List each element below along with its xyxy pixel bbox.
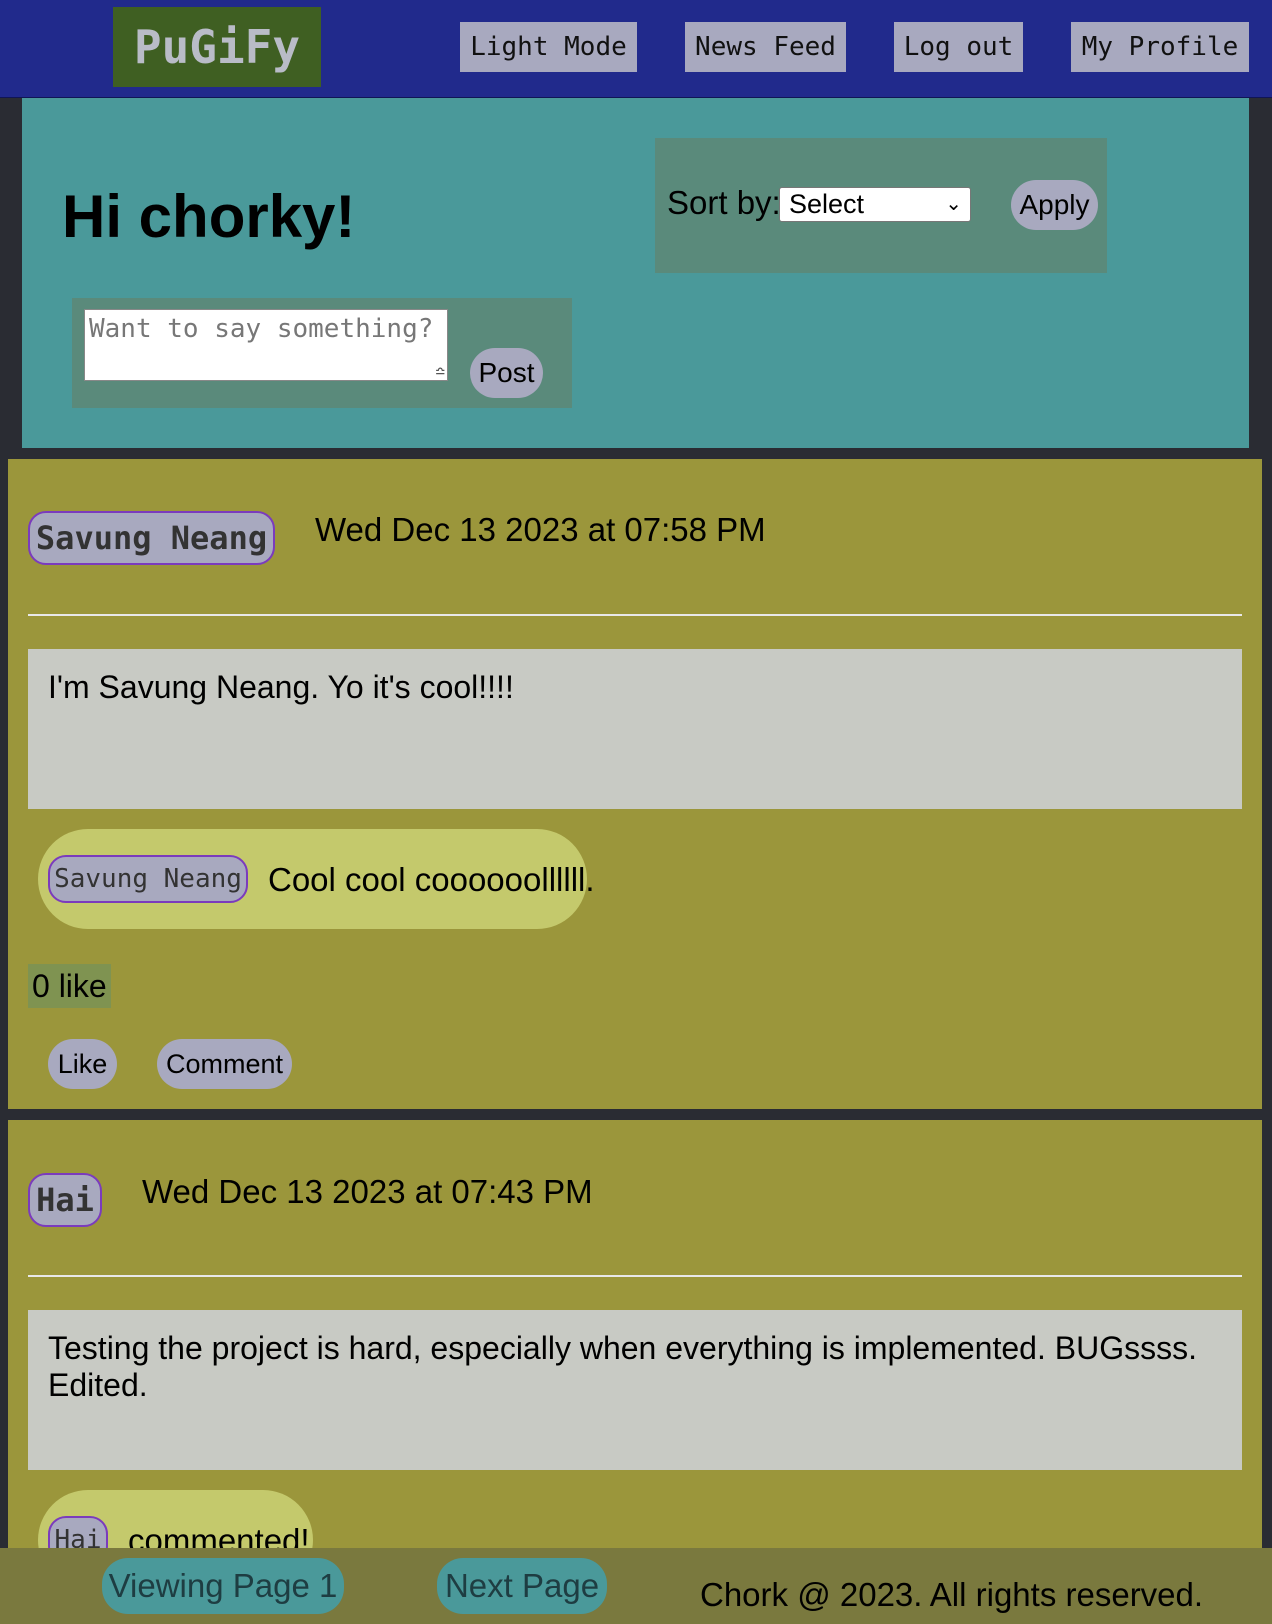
post-input[interactable]: Want to say something? ≏	[84, 309, 448, 381]
sort-selected-value: Select	[789, 189, 865, 219]
post-input-placeholder: Want to say something?	[89, 314, 434, 344]
comment-button[interactable]: Comment	[157, 1039, 292, 1089]
app-logo[interactable]: PuGiFy	[113, 7, 321, 87]
comment-bubble: Hai commented!	[38, 1490, 313, 1548]
new-post-form: Want to say something? ≏ Post	[72, 298, 572, 408]
sort-select[interactable]: Select ⌄	[779, 187, 971, 222]
post-author-button[interactable]: Savung Neang	[28, 511, 275, 565]
post-card: Savung Neang Wed Dec 13 2023 at 07:58 PM…	[8, 459, 1262, 1109]
post-button[interactable]: Post	[470, 348, 543, 398]
post-card: Hai Wed Dec 13 2023 at 07:43 PM Testing …	[8, 1120, 1262, 1548]
news-feed-button[interactable]: News Feed	[685, 22, 846, 72]
comment-text: commented!	[128, 1522, 310, 1548]
feed-header-panel: Hi chorky! Sort by: Select ⌄ Apply Want …	[22, 98, 1249, 448]
chevron-down-icon: ⌄	[945, 193, 962, 215]
log-out-button[interactable]: Log out	[894, 22, 1023, 72]
viewing-page-indicator: Viewing Page 1	[102, 1558, 344, 1614]
apply-button[interactable]: Apply	[1011, 180, 1098, 230]
post-author-button[interactable]: Hai	[28, 1173, 102, 1227]
comment-author-button[interactable]: Savung Neang	[48, 855, 248, 903]
post-divider	[28, 1275, 1242, 1277]
post-divider	[28, 614, 1242, 616]
next-page-button[interactable]: Next Page	[437, 1558, 607, 1614]
my-profile-button[interactable]: My Profile	[1071, 22, 1249, 72]
greeting-title: Hi chorky!	[62, 183, 356, 250]
top-navbar: PuGiFy Light Mode News Feed Log out My P…	[0, 0, 1272, 98]
like-button[interactable]: Like	[48, 1039, 117, 1089]
post-date: Wed Dec 13 2023 at 07:43 PM	[142, 1173, 593, 1210]
comment-bubble: Savung Neang Cool cool coooooollllll.	[38, 829, 595, 929]
comment-author-button[interactable]: Hai	[48, 1516, 108, 1548]
post-date: Wed Dec 13 2023 at 07:58 PM	[315, 511, 766, 548]
sort-panel: Sort by: Select ⌄ Apply	[655, 138, 1107, 273]
footer-bar: Viewing Page 1 Next Page Chork @ 2023. A…	[0, 1548, 1272, 1624]
post-content: I'm Savung Neang. Yo it's cool!!!!	[28, 649, 1242, 809]
like-count: 0 like	[28, 964, 111, 1008]
copyright-text: Chork @ 2023. All rights reserved.	[700, 1576, 1204, 1613]
post-content: Testing the project is hard, especially …	[28, 1310, 1242, 1470]
resize-handle-icon[interactable]: ≏	[435, 364, 445, 380]
comment-text: Cool cool coooooollllll.	[268, 861, 595, 898]
sort-label: Sort by:	[667, 184, 781, 221]
light-mode-button[interactable]: Light Mode	[460, 22, 637, 72]
